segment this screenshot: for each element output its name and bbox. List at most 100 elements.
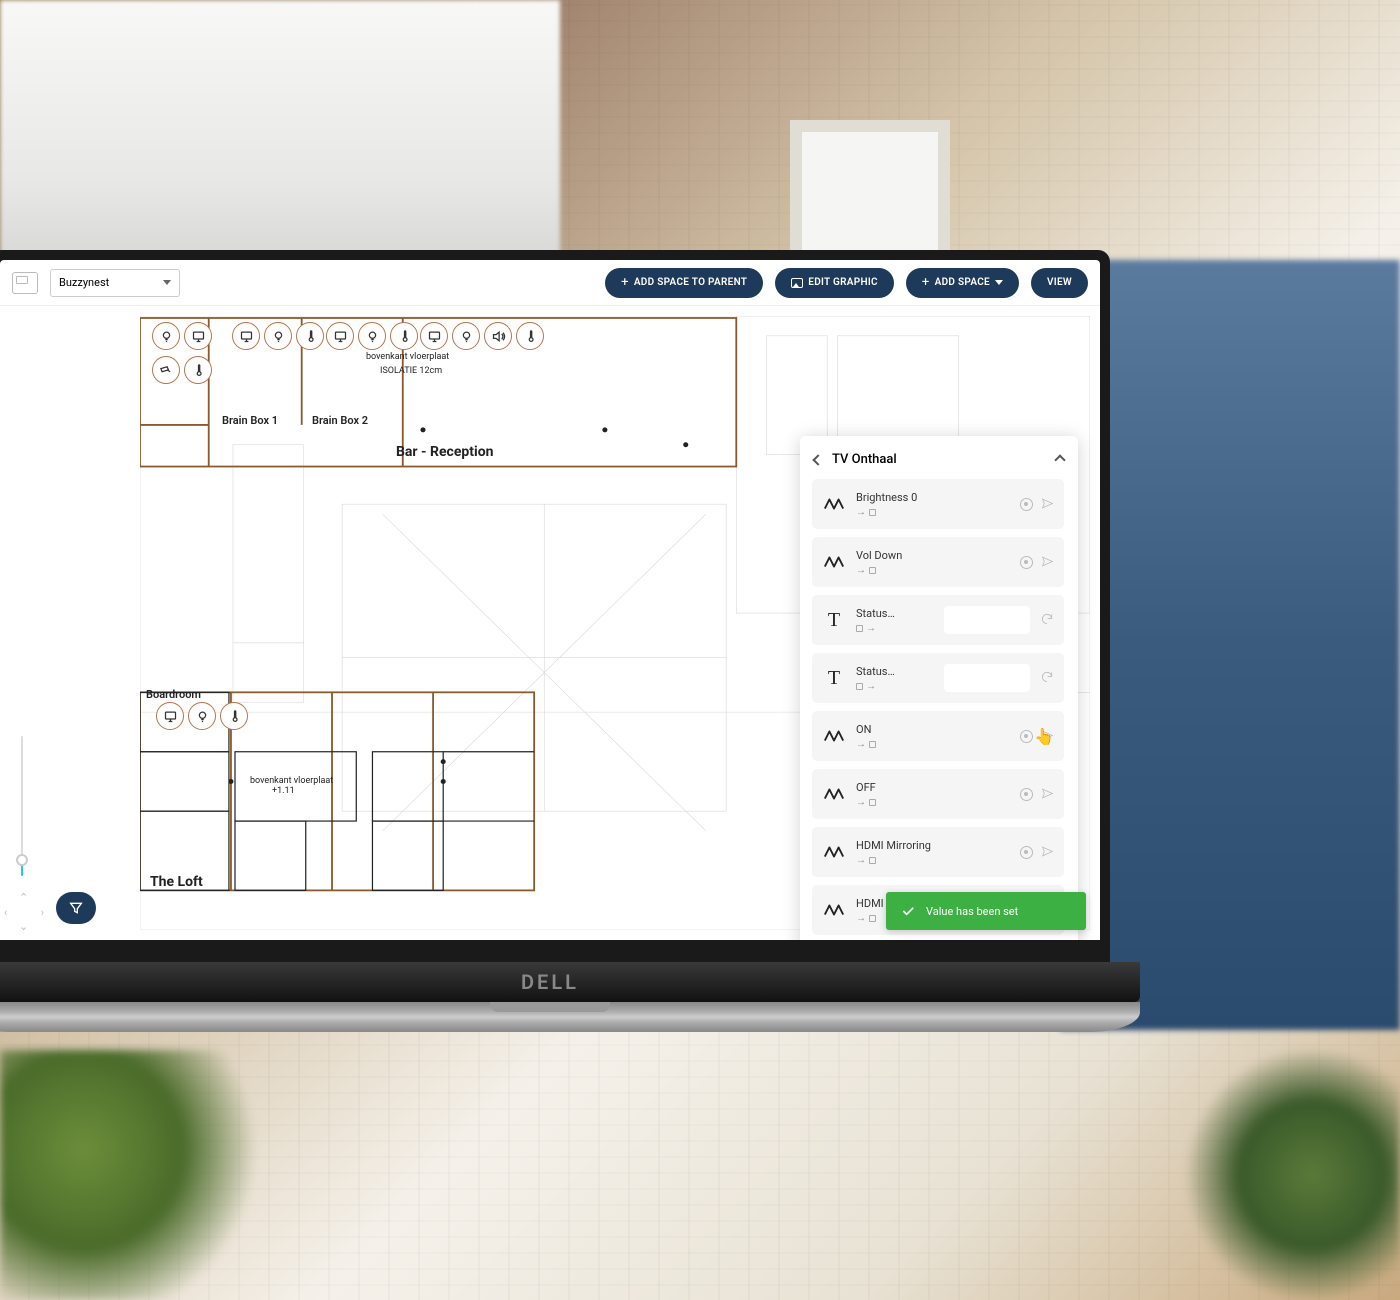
- control-name: HDMI Mirroring: [856, 839, 1010, 852]
- control-card[interactable]: Vol Down →: [812, 537, 1064, 587]
- pan-dpad: ⌃ ⌄ ‹ ›: [4, 892, 44, 932]
- control-card[interactable]: OFF →: [812, 769, 1064, 819]
- plus-icon: +: [621, 275, 629, 290]
- text-type-icon: T: [822, 666, 846, 690]
- floorplan-canvas[interactable]: Brain Box 1 Brain Box 2 Bar - Reception …: [0, 306, 1100, 940]
- record-icon[interactable]: [1020, 498, 1033, 511]
- check-icon: [900, 903, 916, 919]
- zone-label-bar-reception: Bar - Reception: [396, 444, 493, 460]
- space-selector[interactable]: Buzzynest: [50, 269, 180, 297]
- control-card[interactable]: Brightness 0 →: [812, 479, 1064, 529]
- record-icon[interactable]: [1020, 730, 1033, 743]
- laptop-brand: DELL: [521, 970, 579, 994]
- status-input[interactable]: [944, 606, 1030, 634]
- control-card[interactable]: T Status… →: [812, 595, 1064, 645]
- signal-icon: [822, 724, 846, 748]
- panel-collapse-button[interactable]: [1054, 454, 1065, 465]
- control-direction: →: [856, 623, 934, 634]
- zone-display-icon[interactable]: [156, 702, 184, 730]
- panel-body[interactable]: Brightness 0 → Vol Down → T Status… → T Status… →…: [812, 479, 1070, 940]
- pan-right-button[interactable]: ›: [41, 907, 44, 918]
- topbar: Buzzynest + ADD SPACE TO PARENT EDIT GRA…: [0, 260, 1100, 306]
- pan-down-button[interactable]: ⌄: [19, 921, 28, 932]
- control-direction: →: [856, 565, 1010, 576]
- control-direction: →: [856, 855, 1010, 866]
- send-icon[interactable]: [1041, 553, 1054, 572]
- control-name: Vol Down: [856, 549, 1010, 562]
- control-name: ON: [856, 723, 1010, 736]
- floorplan-note-level: +1.11: [272, 786, 295, 796]
- zone-speaker-icon[interactable]: [484, 322, 512, 350]
- record-icon[interactable]: [1020, 556, 1033, 569]
- floorplan-note-bovenkant: bovenkant vloerplaat: [366, 352, 449, 362]
- edit-graphic-button[interactable]: EDIT GRAPHIC: [775, 268, 894, 298]
- signal-icon: [822, 492, 846, 516]
- zone-bulb-icon[interactable]: [188, 702, 216, 730]
- zoom-thumb[interactable]: [16, 854, 28, 866]
- pan-up-button[interactable]: ⌃: [19, 892, 28, 903]
- zone-display-icon[interactable]: [184, 322, 212, 350]
- zone-label-brainbox2: Brain Box 2: [312, 414, 368, 427]
- add-space-to-parent-button[interactable]: + ADD SPACE TO PARENT: [605, 268, 763, 298]
- zone-thermo-icon[interactable]: [184, 356, 212, 384]
- control-card[interactable]: ON→👆: [812, 711, 1064, 761]
- floorplan-note-bovenkant2: bovenkant vloerplaat: [250, 776, 333, 786]
- control-direction: →: [856, 739, 1010, 750]
- zone-display-icon[interactable]: [420, 322, 448, 350]
- signal-icon: [822, 898, 846, 922]
- laptop-frame: Buzzynest + ADD SPACE TO PARENT EDIT GRA…: [0, 250, 1110, 970]
- pan-left-button[interactable]: ‹: [4, 907, 7, 918]
- send-icon[interactable]: [1041, 785, 1054, 804]
- add-space-button[interactable]: + ADD SPACE: [906, 268, 1019, 298]
- zone-display-icon[interactable]: [232, 322, 260, 350]
- text-type-icon: T: [822, 608, 846, 632]
- control-card[interactable]: T Status… →: [812, 653, 1064, 703]
- floorplan-note-isolatie: ISOLATIE 12cm: [380, 366, 442, 376]
- control-name: Brightness 0: [856, 491, 1010, 504]
- control-name: Status…: [856, 607, 934, 620]
- control-name: Status…: [856, 665, 934, 678]
- toast-message: Value has been set: [926, 905, 1018, 918]
- zone-camera-icon[interactable]: [152, 356, 180, 384]
- zone-thermo-icon[interactable]: [516, 322, 544, 350]
- zone-thermo-icon[interactable]: [390, 322, 418, 350]
- control-name: OFF: [856, 781, 1010, 794]
- control-card[interactable]: HDMI Mirroring →: [812, 827, 1064, 877]
- zone-label-the-loft: The Loft: [150, 874, 203, 890]
- status-input[interactable]: [944, 664, 1030, 692]
- image-icon: [791, 278, 803, 288]
- signal-icon: [822, 840, 846, 864]
- panel-back-button[interactable]: [812, 454, 823, 465]
- zone-label-brainbox1: Brain Box 1: [222, 414, 278, 427]
- app-logo-icon[interactable]: [12, 272, 38, 294]
- zone-display-icon[interactable]: [326, 322, 354, 350]
- refresh-icon[interactable]: [1040, 669, 1054, 688]
- signal-icon: [822, 782, 846, 806]
- view-button[interactable]: VIEW: [1031, 268, 1088, 298]
- caret-down-icon: [163, 280, 171, 285]
- space-selector-value: Buzzynest: [59, 276, 109, 289]
- app-screen: Buzzynest + ADD SPACE TO PARENT EDIT GRA…: [0, 260, 1100, 940]
- control-direction: →: [856, 681, 934, 692]
- send-icon[interactable]: [1041, 495, 1054, 514]
- zone-thermo-icon[interactable]: [220, 702, 248, 730]
- plus-icon: +: [922, 275, 930, 290]
- zone-bulb-icon[interactable]: [152, 322, 180, 350]
- zone-bulb-icon[interactable]: [358, 322, 386, 350]
- control-direction: →: [856, 507, 1010, 518]
- zone-label-boardroom: Boardroom: [146, 688, 201, 701]
- control-direction: →: [856, 797, 1010, 808]
- send-icon[interactable]: [1041, 843, 1054, 862]
- zone-bulb-icon[interactable]: [264, 322, 292, 350]
- send-icon[interactable]: [1041, 727, 1054, 746]
- zone-bulb-icon[interactable]: [452, 322, 480, 350]
- record-icon[interactable]: [1020, 788, 1033, 801]
- panel-title: TV Onthaal: [832, 452, 1046, 467]
- toast-success: Value has been set: [886, 892, 1086, 930]
- filter-button[interactable]: [56, 892, 96, 924]
- zone-thermo-icon[interactable]: [296, 322, 324, 350]
- refresh-icon[interactable]: [1040, 611, 1054, 630]
- zoom-slider[interactable]: [12, 736, 32, 916]
- laptop-base: DELL: [0, 962, 1140, 1032]
- record-icon[interactable]: [1020, 846, 1033, 859]
